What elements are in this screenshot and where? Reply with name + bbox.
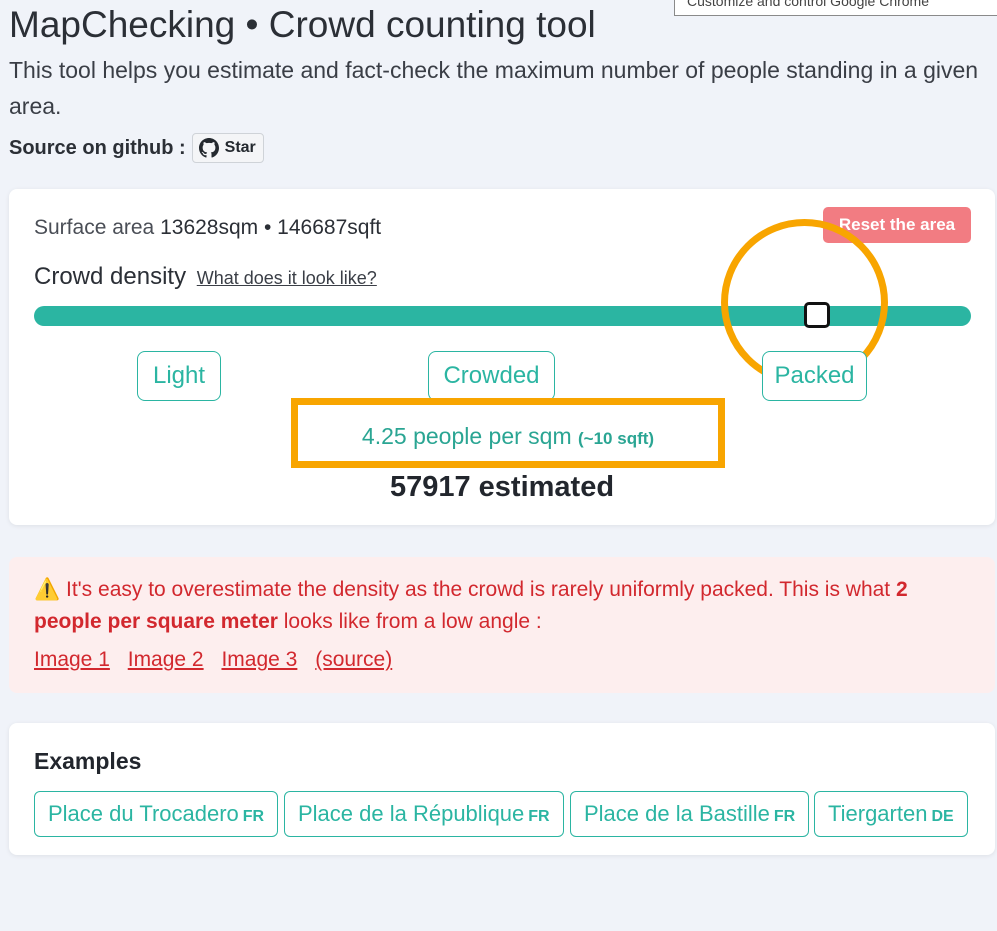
example-trocadero-button[interactable]: Place du Trocadero FR [34, 791, 279, 837]
example-name: Place du Trocadero [48, 801, 239, 826]
source-link[interactable]: (source) [315, 648, 392, 671]
image-3-link[interactable]: Image 3 [221, 648, 297, 671]
browser-tooltip: Customize and control Google Chrome [674, 0, 997, 16]
warning-links: Image 1 Image 2 Image 3 (source) [34, 644, 970, 676]
density-label: Crowd density [34, 263, 187, 290]
github-icon [198, 138, 219, 158]
warning-text: ⚠️ It's easy to overestimate the density… [34, 574, 970, 638]
surface-label: Surface area [34, 216, 155, 239]
density-help-link[interactable]: What does it look like? [197, 268, 377, 288]
example-tiergarten-button[interactable]: Tiergarten DE [814, 791, 968, 837]
example-name: Place de la République [298, 801, 525, 826]
surface-value: 13628sqm • 146687sqft [160, 216, 382, 239]
preset-light-button[interactable]: Light [137, 351, 221, 401]
estimated-count: 57917 estimated [389, 471, 615, 503]
star-label: Star [224, 139, 256, 156]
page-title: MapChecking • Crowd counting tool [9, 4, 596, 45]
examples-card: Examples Place du Trocadero FR Place de l… [9, 723, 995, 855]
country-code: FR [773, 808, 796, 825]
github-star-button[interactable]: Star [191, 133, 264, 163]
source-label: Source on github : [9, 136, 186, 159]
calculator-card: Surface area 13628sqm • 146687sqft Reset… [9, 189, 995, 525]
example-republique-button[interactable]: Place de la République FR [284, 791, 564, 837]
surface-area: Surface area 13628sqm • 146687sqft [34, 216, 381, 240]
warning-text-after: looks like from a low angle : [283, 610, 542, 633]
country-code: FR [528, 808, 550, 825]
country-code: DE [931, 808, 954, 825]
example-name: Place de la Bastille [584, 801, 770, 826]
warning-icon: ⚠️ [34, 578, 61, 601]
source-row: Source on github : Star [9, 133, 264, 163]
highlight-rect-annotation [291, 398, 725, 468]
image-2-link[interactable]: Image 2 [128, 648, 204, 671]
country-code: FR [242, 808, 265, 825]
example-name: Tiergarten [828, 801, 928, 826]
examples-title: Examples [34, 748, 142, 774]
image-1-link[interactable]: Image 1 [34, 648, 110, 671]
page-description: This tool helps you estimate and fact-ch… [9, 57, 979, 119]
example-bastille-button[interactable]: Place de la Bastille FR [570, 791, 810, 837]
crowd-density-heading: Crowd density What does it look like? [34, 263, 377, 291]
warning-text-before: It's easy to overestimate the density as… [66, 578, 891, 601]
preset-crowded-button[interactable]: Crowded [428, 351, 555, 401]
preset-packed-button[interactable]: Packed [762, 351, 867, 401]
density-warning: ⚠️ It's easy to overestimate the density… [9, 557, 995, 693]
